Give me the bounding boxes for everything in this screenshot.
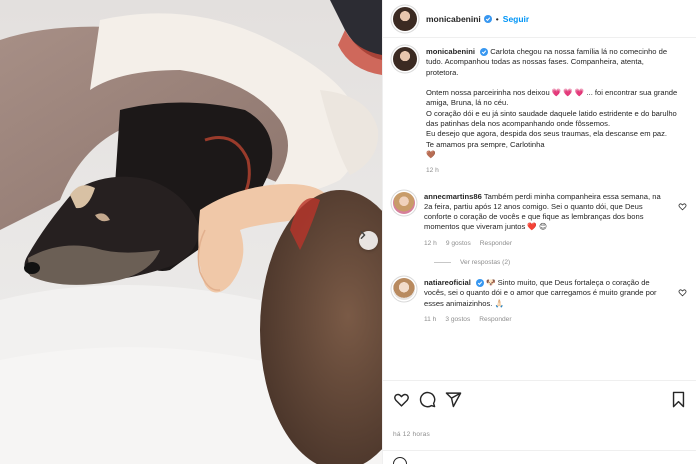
follow-button[interactable]: Seguir (503, 14, 529, 24)
caption-line: 🤎 (426, 149, 436, 159)
commenter-avatar[interactable] (393, 191, 415, 214)
bookmark-icon[interactable] (670, 391, 687, 408)
post-caption: monicabenini Carlota chegou na nossa fam… (393, 47, 687, 177)
instagram-post-view: monicabenini • Seguir monicabenini Carlo… (0, 0, 696, 464)
caption-line: Te amamos pra sempre, Carlotinha (426, 139, 545, 149)
commenter-username[interactable]: annecmartins86 (424, 192, 482, 201)
heart-icon[interactable] (393, 391, 410, 408)
header-separator: • (495, 13, 499, 24)
comment-item: annecmartins86 Também perdi minha compan… (393, 191, 687, 249)
caption-line: O coração dói e eu já sinto saudade daqu… (426, 108, 677, 129)
comment-meta: 11 h 3 gostos Responder (424, 315, 664, 325)
comment-icon[interactable] (419, 391, 436, 408)
comment-meta: 12 h 9 gostos Responder (424, 239, 664, 249)
caption-line: Ontem nossa parceirinha nos deixou 💗 💗 💗… (426, 88, 678, 108)
caption-meta: 12 h (426, 166, 678, 176)
verified-badge-icon (480, 48, 489, 56)
reply-button[interactable]: Responder (480, 239, 512, 249)
caption-author-avatar[interactable] (393, 47, 417, 71)
view-replies-button[interactable]: Ver respostas (2) (434, 259, 687, 266)
heart-icon[interactable] (678, 202, 687, 211)
caption-time: 12 h (426, 167, 439, 175)
post-side-panel: monicabenini • Seguir monicabenini Carlo… (382, 0, 696, 464)
comment-item: natiareoficial 🐶 Sinto muito, que Deus f… (393, 278, 687, 325)
comment-time: 11 h (424, 315, 437, 323)
reply-button[interactable]: Responder (479, 315, 511, 325)
comment-likes[interactable]: 9 gostos (446, 239, 471, 249)
comments-list: monicabenini Carlota chegou na nossa fam… (383, 38, 696, 380)
post-time-ago: há 12 horas (393, 431, 431, 438)
verified-badge-icon (483, 14, 492, 23)
post-photo (0, 0, 382, 464)
commenter-username[interactable]: natiareoficial (424, 278, 471, 287)
comment-likes[interactable]: 3 gostos (445, 315, 470, 325)
post-header: monicabenini • Seguir (383, 0, 696, 38)
replies-divider (434, 262, 451, 264)
carousel-next-button[interactable] (359, 231, 378, 250)
view-replies-label: Ver respostas (2) (460, 259, 511, 267)
caption-line: Eu desejo que agora, despida dos seus tr… (426, 129, 668, 139)
caption-username[interactable]: monicabenini (426, 47, 475, 56)
author-username[interactable]: monicabenini (426, 14, 481, 24)
comment-time: 12 h (424, 239, 437, 247)
chevron-right-icon (360, 231, 366, 239)
commenter-avatar[interactable] (393, 278, 415, 301)
paper-plane-icon[interactable] (445, 391, 462, 408)
add-comment-bar (383, 450, 696, 464)
verified-badge-icon (475, 279, 484, 288)
post-actions-bar (383, 380, 696, 418)
heart-icon[interactable] (678, 288, 687, 297)
author-avatar[interactable] (393, 6, 417, 31)
photo-illustration (0, 0, 382, 464)
emoji-icon[interactable] (393, 457, 407, 464)
